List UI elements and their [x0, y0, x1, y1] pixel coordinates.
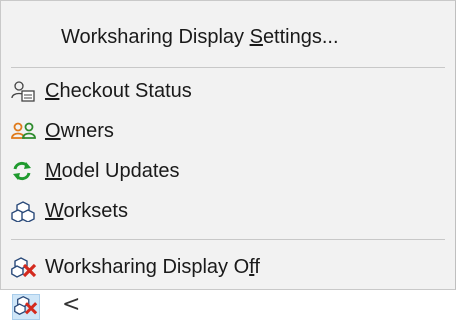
menu-item-owners[interactable]: Owners [11, 111, 445, 151]
menu-item-label: Worksets [45, 199, 128, 222]
worksets-icon [11, 198, 41, 224]
model-updates-icon [11, 158, 41, 184]
menu-item-label: Model Updates [45, 159, 180, 182]
collapse-arrow-button[interactable]: < [62, 292, 80, 317]
menu-item-model-updates[interactable]: Model Updates [11, 151, 445, 191]
worksharing-display-off-icon [11, 254, 41, 280]
menu-separator [11, 67, 445, 68]
worksharing-display-menu: Worksharing Display Settings... Checkout… [0, 0, 456, 290]
menu-item-label: Worksharing Display Settings... [61, 25, 339, 48]
menu-item-checkout-status[interactable]: Checkout Status [11, 71, 445, 111]
menu-item-worksharing-display-settings[interactable]: Worksharing Display Settings... [11, 17, 445, 57]
menu-item-worksharing-display-off[interactable]: Worksharing Display Off [11, 247, 445, 287]
menu-item-label: Owners [45, 119, 114, 142]
menu-item-label: Worksharing Display Off [45, 255, 260, 278]
checkout-status-icon [11, 78, 41, 104]
owners-icon [11, 118, 41, 144]
menu-separator [11, 239, 445, 240]
status-bar: < [0, 290, 467, 326]
worksharing-display-button[interactable] [12, 294, 40, 320]
menu-item-worksets[interactable]: Worksets [11, 191, 445, 231]
menu-item-label: Checkout Status [45, 79, 192, 102]
worksharing-display-icon [14, 294, 38, 321]
